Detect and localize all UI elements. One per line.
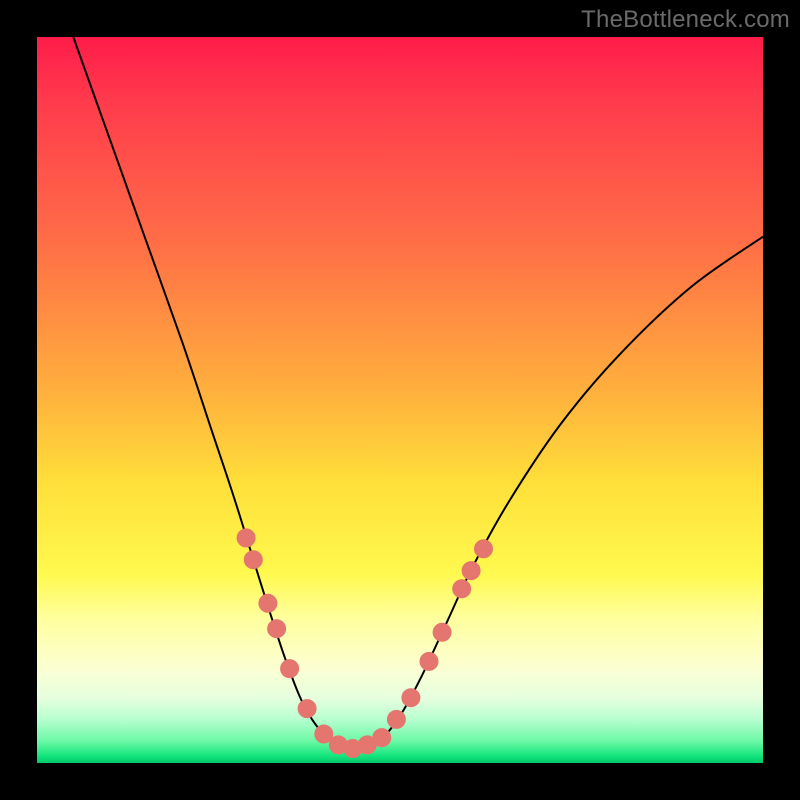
marker-dot — [433, 623, 451, 641]
chart-frame: TheBottleneck.com — [0, 0, 800, 800]
chart-svg — [37, 37, 763, 763]
marker-dot — [387, 710, 405, 728]
bottleneck-curve — [73, 37, 763, 749]
marker-dot — [259, 594, 277, 612]
marker-dot — [420, 652, 438, 670]
marker-dot — [462, 562, 480, 580]
marker-dot — [453, 580, 471, 598]
marker-dot — [281, 660, 299, 678]
marker-dot — [244, 551, 262, 569]
marker-group — [237, 529, 492, 758]
plot-area — [37, 37, 763, 763]
marker-dot — [475, 540, 493, 558]
marker-dot — [298, 700, 316, 718]
marker-dot — [402, 689, 420, 707]
marker-dot — [268, 620, 286, 638]
watermark-text: TheBottleneck.com — [581, 6, 790, 34]
marker-dot — [237, 529, 255, 547]
marker-dot — [373, 729, 391, 747]
